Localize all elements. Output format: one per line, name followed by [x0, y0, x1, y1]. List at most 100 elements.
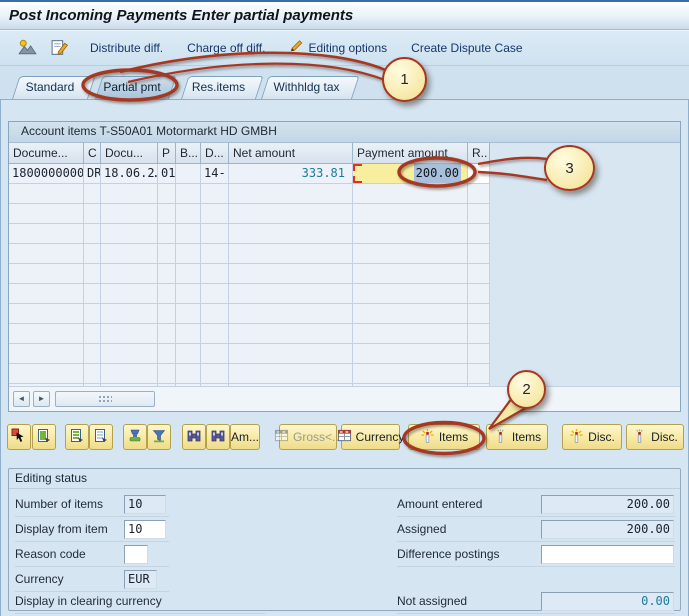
distribute-diff-button[interactable]: Distribute diff.: [90, 41, 163, 55]
deactivate-discount-label: Disc.: [651, 430, 678, 444]
table-row[interactable]: 1800000000 DR 18.06.2… 01 14- 333.81 200…: [9, 164, 490, 184]
mountain-sun-icon[interactable]: [16, 39, 38, 57]
difference-postings-row: Difference postings: [397, 545, 675, 567]
select-mode-button[interactable]: [7, 424, 31, 450]
deactivate-items-label: Items: [512, 430, 541, 444]
charge-off-diff-button[interactable]: Charge off diff.: [187, 41, 265, 55]
difference-postings-field[interactable]: [541, 545, 674, 564]
amount-entered-label: Amount entered: [397, 497, 482, 511]
display-from-item-field[interactable]: 10: [124, 520, 166, 539]
sort-descending-button[interactable]: [147, 424, 171, 450]
table-empty-rows: [9, 184, 680, 386]
not-assigned-field: 0.00: [541, 592, 674, 611]
assigned-row: Assigned 200.00: [397, 520, 675, 542]
scroll-right-icon: ►: [38, 394, 46, 403]
editing-status-title: Editing status: [9, 469, 680, 489]
cell-r[interactable]: [468, 164, 490, 184]
callout-badge-3: 3: [544, 145, 595, 191]
gross-button-label: Gross<...: [293, 430, 342, 444]
deactivate-discount-button[interactable]: Disc.: [626, 424, 684, 450]
table-row-empty[interactable]: [9, 324, 490, 344]
number-of-items-row: Number of items 10: [15, 495, 169, 517]
number-of-items-label: Number of items: [15, 497, 103, 511]
cell-net-amount[interactable]: 333.81: [229, 164, 353, 184]
grip-dots-icon: [98, 395, 112, 403]
tab-standard[interactable]: Standard: [12, 76, 88, 99]
currency-table-icon: [337, 428, 352, 446]
column-header-r[interactable]: R..: [468, 143, 490, 164]
scroll-left-button[interactable]: ◄: [13, 391, 30, 407]
reason-code-row: Reason code: [15, 545, 169, 567]
find-next-button[interactable]: [206, 424, 230, 450]
torch-on-icon: [420, 428, 435, 447]
table-row-empty[interactable]: [9, 364, 490, 384]
select-all-button[interactable]: [32, 424, 56, 450]
binoculars-next-icon: [210, 428, 226, 447]
table-row-empty[interactable]: [9, 304, 490, 324]
currency-button-label: Currency: [356, 430, 405, 444]
reason-code-label: Reason code: [15, 547, 86, 561]
create-dispute-case-button[interactable]: Create Dispute Case: [411, 41, 522, 55]
cursor-select-icon: [11, 428, 27, 447]
table-row-empty[interactable]: [9, 184, 490, 204]
deselect-all-button[interactable]: [89, 424, 113, 450]
payment-amount-cell[interactable]: 200.00: [353, 164, 468, 184]
scrollbar-thumb[interactable]: [55, 391, 155, 407]
activate-items-label: Items: [439, 430, 468, 444]
find-button[interactable]: [182, 424, 206, 450]
activate-discount-button[interactable]: Disc.: [562, 424, 622, 450]
amount-entered-row: Amount entered 200.00: [397, 495, 675, 517]
scroll-right-button[interactable]: ►: [33, 391, 50, 407]
column-header-document[interactable]: Docume...: [9, 143, 84, 164]
display-from-item-label: Display from item: [15, 522, 108, 536]
editing-options-label: Editing options: [308, 41, 387, 55]
column-header-c[interactable]: C: [84, 143, 101, 164]
table-header-row: Docume... C Docu... P B... D... Net amou…: [9, 143, 490, 164]
sort-ascending-button[interactable]: [123, 424, 147, 450]
cell-document-type[interactable]: DR: [84, 164, 101, 184]
activate-items-button[interactable]: Items: [408, 424, 480, 450]
binoculars-icon: [186, 428, 202, 447]
cell-document-number[interactable]: 1800000000: [9, 164, 84, 184]
table-row-empty[interactable]: [9, 284, 490, 304]
currency-label: Currency: [15, 572, 64, 586]
column-header-docu[interactable]: Docu...: [101, 143, 158, 164]
table-row-empty[interactable]: [9, 204, 490, 224]
cell-b[interactable]: [176, 164, 201, 184]
cell-d[interactable]: 14-: [201, 164, 229, 184]
column-header-b[interactable]: B...: [176, 143, 201, 164]
column-header-d[interactable]: D...: [201, 143, 229, 164]
scroll-left-icon: ◄: [18, 394, 26, 403]
currency-field: EUR: [124, 570, 157, 589]
horizontal-scrollbar[interactable]: ◄ ►: [9, 386, 680, 411]
assigned-field: 200.00: [541, 520, 674, 539]
column-header-p[interactable]: P: [158, 143, 176, 164]
column-header-payment-amount[interactable]: Payment amount: [353, 143, 468, 164]
torch-off-icon: [632, 428, 647, 447]
cell-p[interactable]: 01: [158, 164, 176, 184]
table-row-empty[interactable]: [9, 244, 490, 264]
callout-badge-1: 1: [382, 57, 427, 102]
table-row-empty[interactable]: [9, 264, 490, 284]
column-header-net-amount[interactable]: Net amount: [229, 143, 353, 164]
edit-document-icon[interactable]: [48, 39, 70, 57]
clearing-currency-label: Display in clearing currency: [15, 594, 162, 608]
table-row-empty[interactable]: [9, 224, 490, 244]
torch-on-icon: [569, 428, 584, 447]
sap-window: Post Incoming Payments Enter partial pay…: [0, 0, 689, 616]
payment-amount-value[interactable]: 200.00: [414, 164, 461, 183]
editing-options-button[interactable]: Editing options: [289, 39, 387, 56]
currency-button[interactable]: Currency: [341, 424, 400, 450]
app-toolbar: Distribute diff. Charge off diff. Editin…: [0, 30, 689, 66]
tab-partial-pmt[interactable]: Partial pmt: [95, 76, 169, 99]
cell-document-date[interactable]: 18.06.2…: [101, 164, 158, 184]
deactivate-items-button[interactable]: Items: [486, 424, 548, 450]
table-row-empty[interactable]: [9, 344, 490, 364]
amount-button[interactable]: Am...: [230, 424, 260, 450]
tab-withhldg-tax[interactable]: Withhldg tax: [261, 76, 352, 99]
tab-res-items[interactable]: Res.items: [181, 76, 256, 99]
table-caption: Account items T-S50A01 Motormarkt HD GMB…: [9, 122, 680, 143]
document-select-all-icon: [36, 428, 52, 447]
select-block-button[interactable]: [65, 424, 89, 450]
reason-code-field[interactable]: [124, 545, 148, 564]
